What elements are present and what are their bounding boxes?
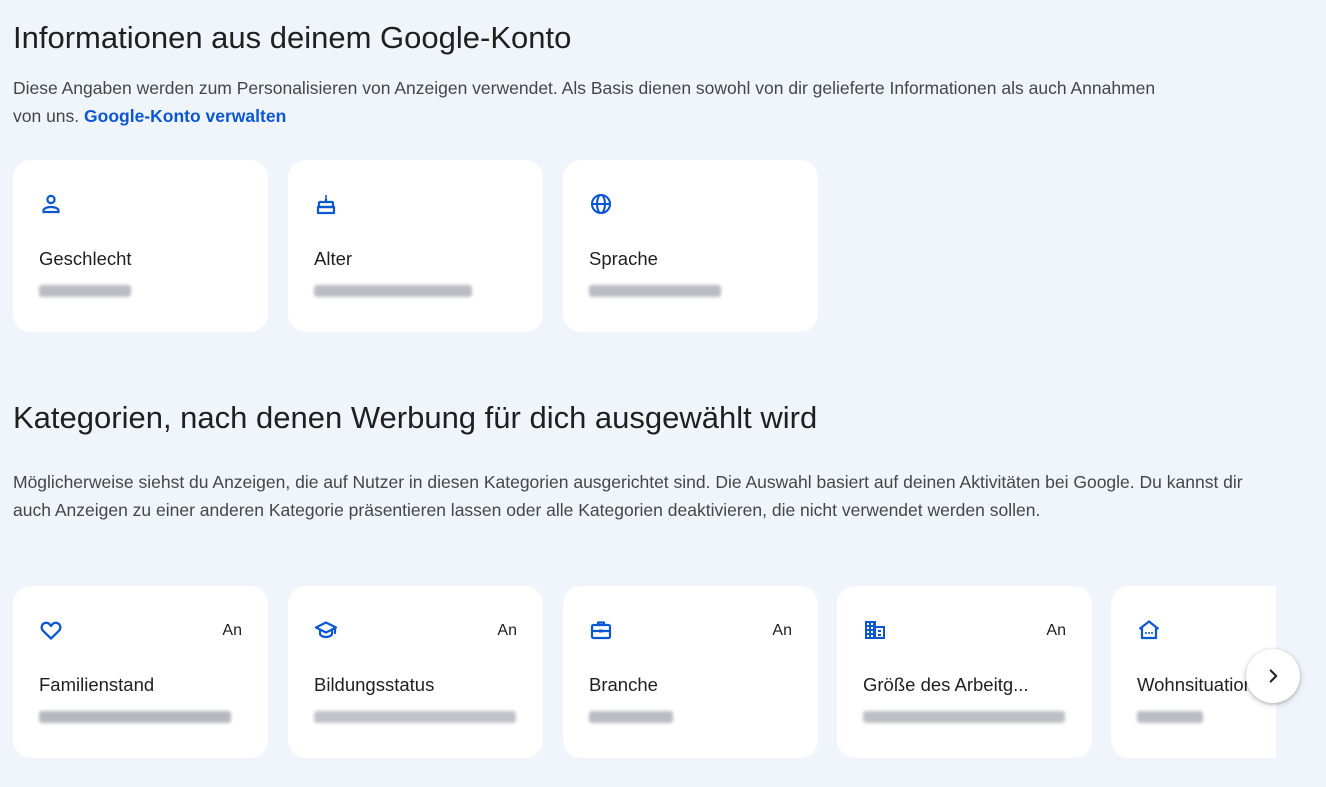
marital-status-value-blurred [39, 710, 231, 728]
employer-size-value-blurred [863, 710, 1065, 728]
marital-status-status: An [222, 622, 242, 639]
language-card[interactable]: Sprache [563, 160, 818, 332]
industry-status: An [772, 622, 792, 639]
age-card[interactable]: Alter [288, 160, 543, 332]
industry-value-blurred [589, 710, 673, 728]
manage-account-link[interactable]: Google-Konto verwalten [84, 106, 286, 126]
globe-icon [589, 192, 613, 216]
categories-description: Möglicherweise siehst du Anzeigen, die a… [13, 472, 1243, 520]
employer-size-label: Größe des Arbeitg... [863, 674, 1029, 695]
language-value-blurred [589, 284, 721, 302]
gender-label: Geschlecht [39, 248, 132, 269]
gender-value-blurred [39, 284, 131, 302]
ad-settings-page: Informationen aus deinem Google-Konto Di… [0, 0, 1326, 787]
chevron-right-icon [1269, 669, 1278, 683]
categories-title: Kategorien, nach denen Werbung für dich … [13, 400, 818, 435]
briefcase-icon [589, 618, 613, 642]
education-status-card[interactable]: An Bildungsstatus [288, 586, 543, 758]
marital-status-card[interactable]: An Familienstand [13, 586, 268, 758]
building-icon [863, 618, 887, 642]
education-status-status: An [497, 622, 517, 639]
graduation-cap-icon [314, 618, 338, 642]
industry-card[interactable]: An Branche [563, 586, 818, 758]
account-info-title: Informationen aus deinem Google-Konto [13, 20, 572, 55]
marital-status-label: Familienstand [39, 674, 155, 695]
employer-size-card[interactable]: An Größe des Arbeitg... [837, 586, 1092, 758]
gender-card[interactable]: Geschlecht [13, 160, 268, 332]
education-status-value-blurred [314, 710, 516, 728]
account-info-description: Diese Angaben werden zum Personalisieren… [13, 74, 1173, 130]
age-value-blurred [314, 284, 472, 302]
cake-icon [314, 192, 338, 216]
industry-label: Branche [589, 674, 658, 695]
education-status-label: Bildungsstatus [314, 674, 435, 695]
housing-value-blurred [1137, 710, 1203, 728]
employer-size-status: An [1046, 622, 1066, 639]
language-label: Sprache [589, 248, 658, 269]
categories-carousel: An Familienstand An Bildungsstatus An Br… [0, 586, 1276, 761]
person-icon [39, 192, 63, 216]
home-icon [1137, 618, 1161, 642]
carousel-next-button[interactable] [1246, 649, 1300, 703]
age-label: Alter [314, 248, 353, 269]
heart-icon [39, 618, 63, 642]
